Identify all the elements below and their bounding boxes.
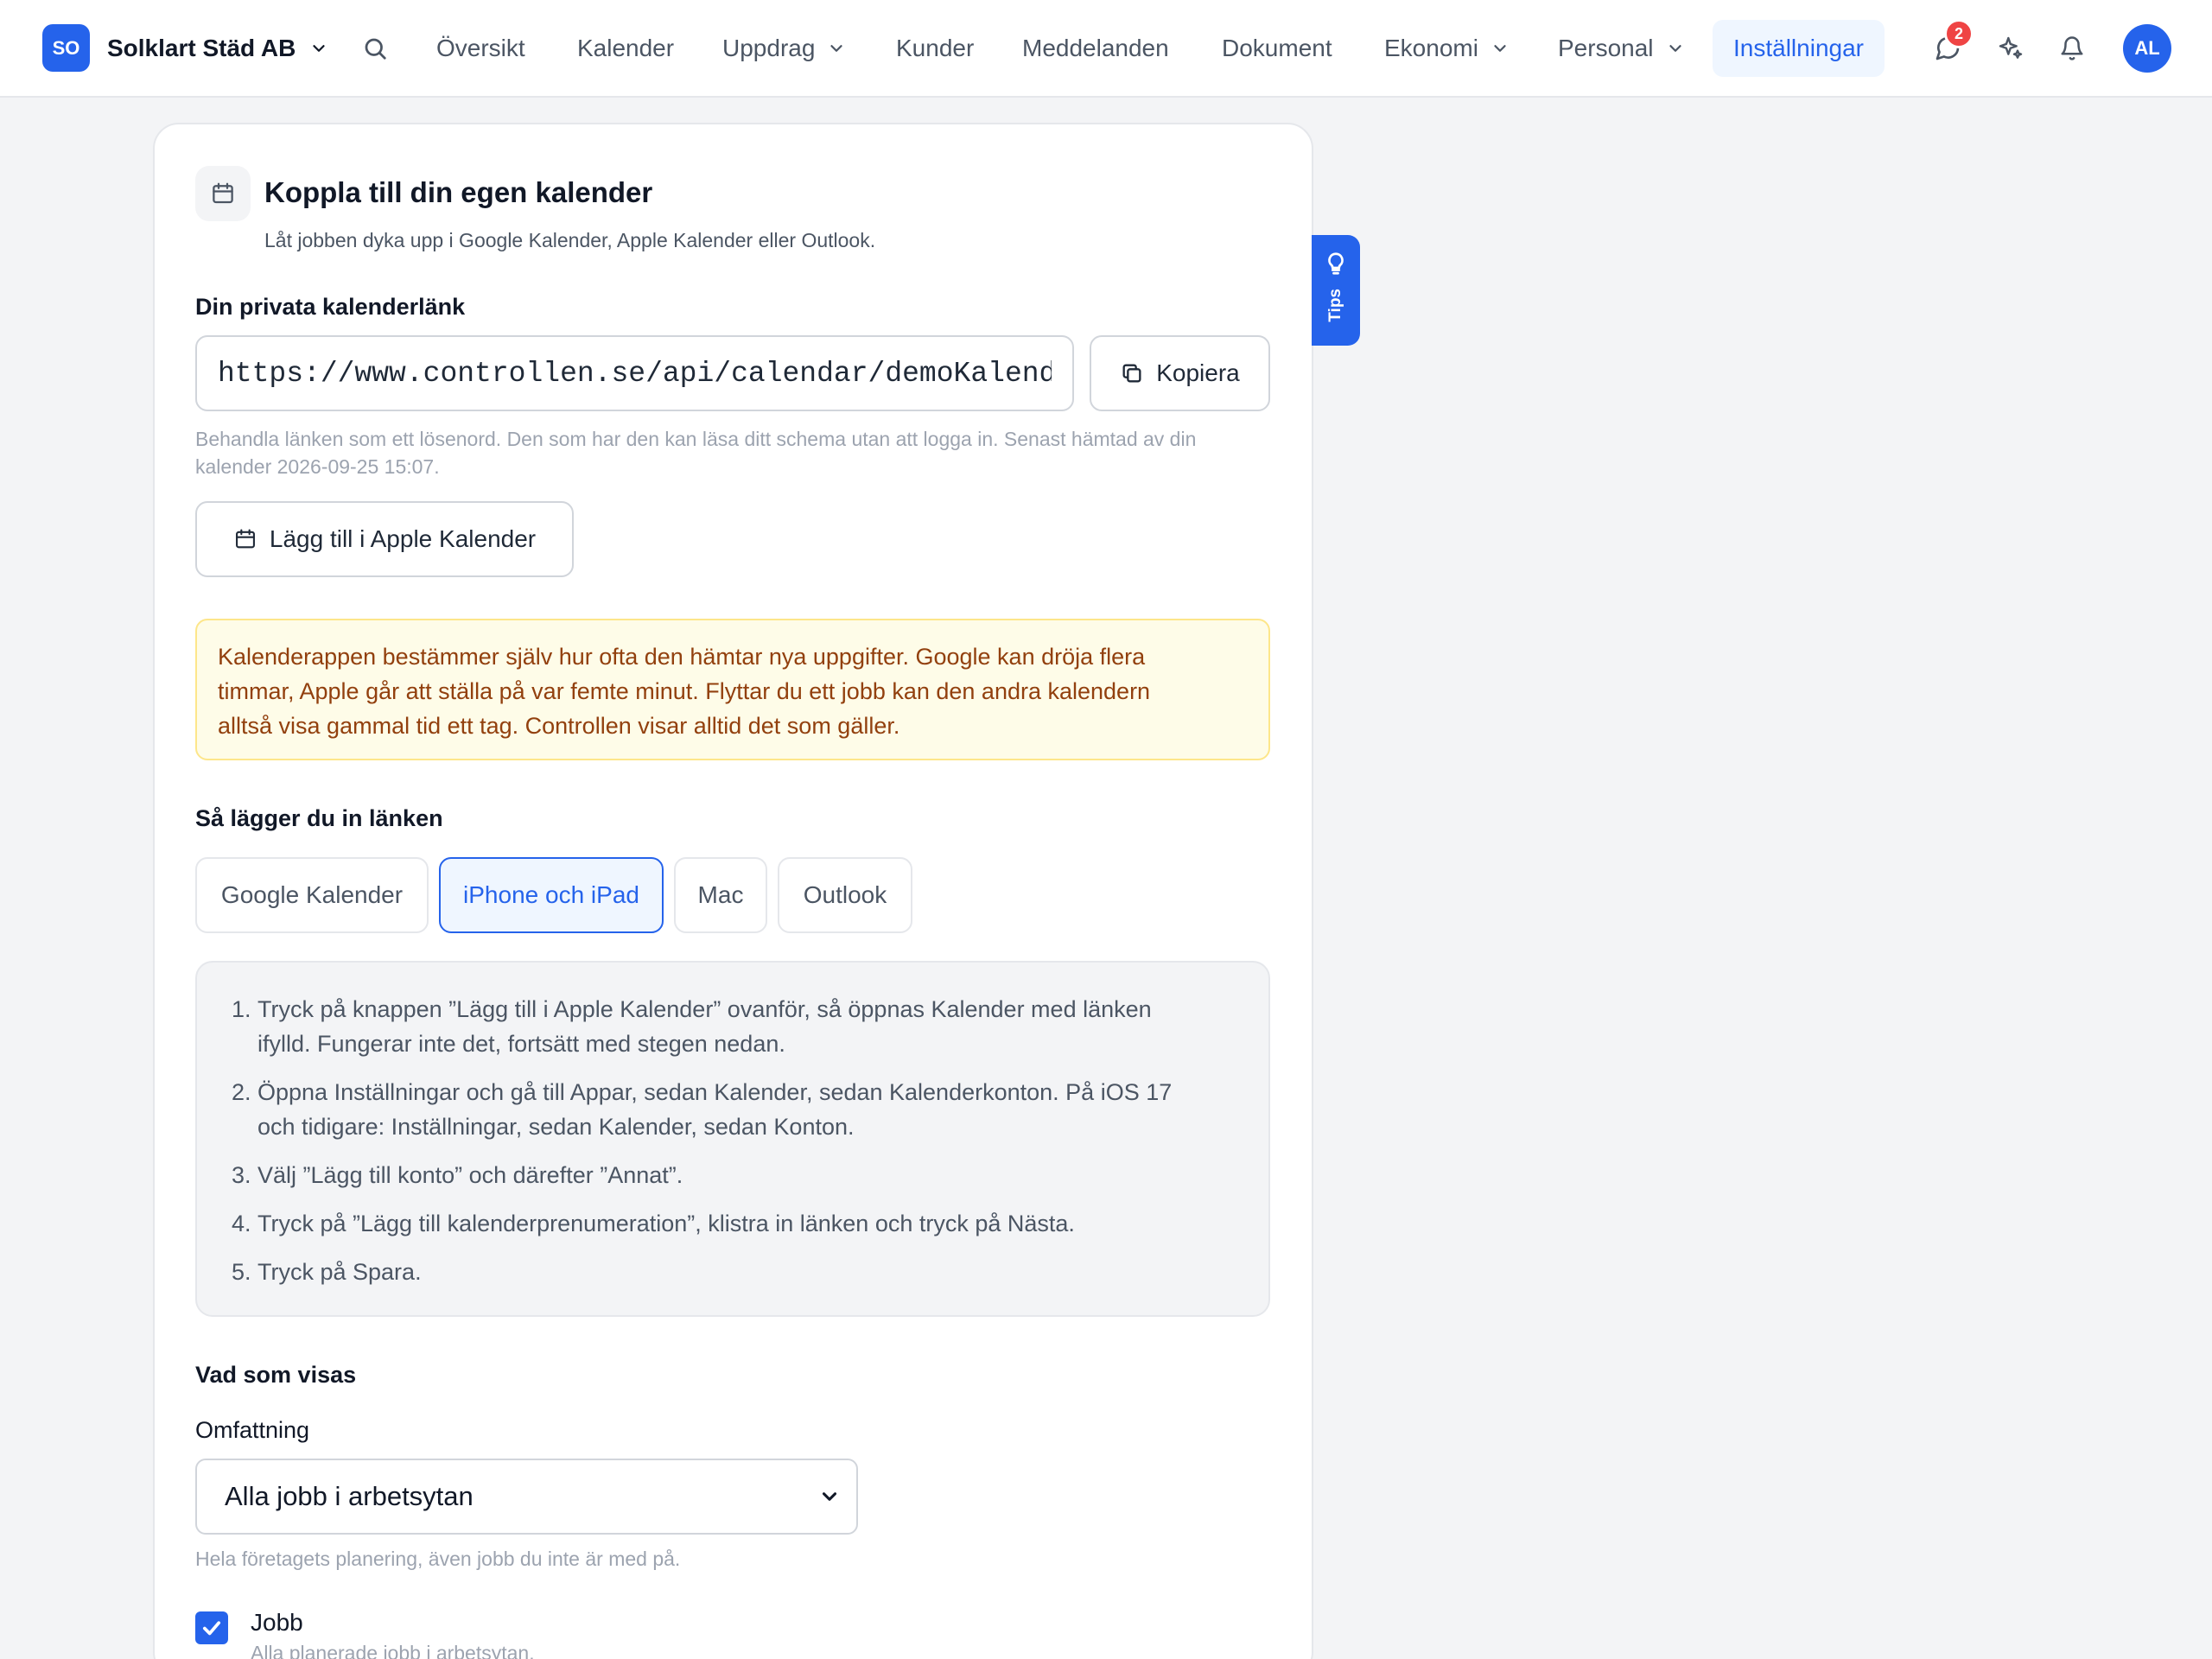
tips-label: Tips [1326,289,1344,322]
calendar-link-input[interactable] [195,335,1074,411]
scope-select-value: Alla jobb i arbetsytan [225,1481,474,1511]
warning-line-3: alltså visa gammal tid ett tag. Controll… [218,713,900,739]
step-number: 3. [232,1162,251,1188]
search-button[interactable] [358,31,392,66]
step-text: Välj ”Lägg till konto” och därefter ”Ann… [257,1162,683,1188]
nav-economy[interactable]: Ekonomi [1384,29,1510,67]
notifications-button[interactable] [2055,31,2089,66]
ai-assistant-button[interactable] [1993,31,2028,66]
scope-select[interactable]: Alla jobb i arbetsytan [195,1459,858,1535]
link-help-line-1: Behandla länken som ett lösenord. Den so… [195,428,1197,450]
lightbulb-icon [1328,252,1344,275]
calendar-link-label: Din privata kalenderlänk [195,294,466,320]
calendar-icon [213,182,233,204]
scope-help: Hela företagets planering, även jobb du … [195,1548,681,1570]
step-text-line: ifylld. Fungerar inte det, fortsätt med … [257,1031,785,1057]
tab-outlook[interactable]: Outlook [778,857,912,933]
list-item: 4. Tryck på ”Lägg till kalenderprenumera… [232,1206,1234,1241]
top-navigation-bar: SO Solklart Städ AB Översikt Kalender Up… [0,0,2212,98]
chevron-down-icon [313,45,325,52]
chevron-down-icon [822,1492,837,1501]
nav-messages[interactable]: Meddelanden [1022,29,1169,67]
nav-staff[interactable]: Personal [1558,29,1685,67]
sparkles-icon [1999,36,2023,59]
instructions-panel: 1. Tryck på knappen ”Lägg till i Apple K… [195,961,1270,1317]
search-icon [365,38,386,60]
nav-customers[interactable]: Kunder [896,29,974,67]
bell-icon [2061,36,2083,60]
shown-section-title: Vad som visas [195,1362,357,1388]
step-text: Tryck på knappen ”Lägg till i Apple Kale… [257,992,1152,1061]
tips-side-tab[interactable]: Tips [1312,235,1360,346]
company-name: Solklart Städ AB [107,35,296,61]
step-text-line: Öppna Inställningar och gå till Appar, s… [257,1079,1173,1105]
nav-documents-label: Dokument [1222,35,1332,61]
user-avatar[interactable]: AL [2123,24,2171,73]
tab-google-calendar[interactable]: Google Kalender [195,857,429,933]
checkmark-icon [202,1621,221,1636]
tab-iphone-ipad[interactable]: iPhone och iPad [439,857,664,933]
list-item: 5. Tryck på Spara. [232,1255,1234,1289]
sync-warning-box: Kalenderappen bestämmer själv hur ofta d… [195,619,1270,760]
copy-icon [1122,364,1141,383]
step-number: 2. [232,1079,251,1105]
nav-economy-label: Ekonomi [1384,35,1478,61]
nav-assignments-label: Uppdrag [722,35,816,61]
company-logo[interactable]: SO [42,24,90,72]
card-subtitle: Låt jobben dyka upp i Google Kalender, A… [264,229,876,251]
add-to-apple-calendar-label: Lägg till i Apple Kalender [269,525,537,552]
tab-mac[interactable]: Mac [674,857,767,933]
step-text: Tryck på ”Lägg till kalenderprenumeratio… [257,1211,1075,1236]
nav-calendar-label: Kalender [577,35,675,61]
step-text: Tryck på Spara. [257,1259,422,1285]
company-switcher[interactable]: Solklart Städ AB [107,29,328,67]
nav-customers-label: Kunder [896,35,975,61]
nav-settings[interactable]: Inställningar [1713,20,1885,77]
nav-messages-label: Meddelanden [1022,35,1169,61]
nav-overview-label: Översikt [436,35,525,61]
list-item: 2. Öppna Inställningar och gå till Appar… [232,1075,1234,1144]
link-help-line-2: kalender 2026-09-25 15:07. [195,455,440,478]
instructions-list: 1. Tryck på knappen ”Lägg till i Apple K… [232,992,1234,1289]
messages-count-badge: 2 [1944,19,1974,48]
step-number: 5. [232,1259,251,1285]
card-header-icon [195,166,251,221]
nav-assignments[interactable]: Uppdrag [722,29,846,67]
calendar-icon [235,529,255,549]
jobs-checkbox-help: Alla planerade jobb i arbetsytan. [251,1642,535,1659]
warning-line-2: timmar, Apple går att ställa på var femt… [218,678,1151,704]
jobs-checkbox-label: Jobb [251,1609,303,1636]
add-to-apple-calendar-button[interactable]: Lägg till i Apple Kalender [195,501,574,577]
chevron-down-icon [1669,45,1681,52]
scope-label: Omfattning [195,1417,310,1443]
nav-settings-label: Inställningar [1733,35,1864,61]
card-title: Koppla till din egen kalender [264,176,653,208]
step-number: 4. [232,1211,251,1236]
list-item: 3. Välj ”Lägg till konto” och därefter ”… [232,1158,1234,1192]
step-text-line: och tidigare: Inställningar, sedan Kalen… [257,1114,855,1140]
chevron-down-icon [1494,45,1506,52]
step-text-line: Tryck på knappen ”Lägg till i Apple Kale… [257,996,1152,1022]
howto-title: Så lägger du in länken [195,805,443,831]
nav-staff-label: Personal [1558,35,1654,61]
step-number: 1. [232,996,251,1022]
chevron-down-icon [830,45,843,52]
step-text: Öppna Inställningar och gå till Appar, s… [257,1075,1172,1144]
copy-button[interactable]: Kopiera [1090,335,1270,411]
jobs-checkbox[interactable] [195,1611,228,1644]
nav-overview[interactable]: Översikt [436,29,525,67]
warning-line-1: Kalenderappen bestämmer själv hur ofta d… [218,644,1146,670]
list-item: 1. Tryck på knappen ”Lägg till i Apple K… [232,992,1234,1061]
nav-calendar[interactable]: Kalender [577,29,674,67]
copy-button-label: Kopiera [1156,359,1240,386]
nav-documents[interactable]: Dokument [1222,29,1332,67]
